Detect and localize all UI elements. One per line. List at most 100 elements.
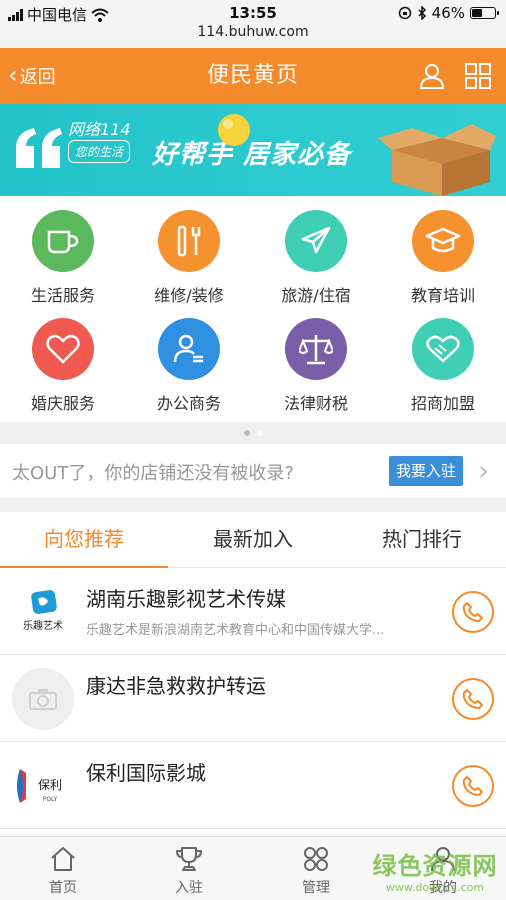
category-grid: 生活服务 维修/装修 旅游/住宿 教育培训 婚庆服务 办公商务 法律财税 招商加… bbox=[0, 198, 506, 420]
battery-icon bbox=[470, 7, 499, 19]
call-button[interactable] bbox=[452, 678, 494, 720]
category-office[interactable]: 办公商务 bbox=[126, 306, 252, 414]
category-label: 招商加盟 bbox=[410, 394, 475, 413]
heart-icon bbox=[46, 334, 80, 364]
item-name: 保利国际影城 bbox=[86, 761, 206, 785]
poly-cinema-logo-mark: 保利 POLY bbox=[17, 769, 62, 803]
nav-label: 管理 bbox=[302, 880, 330, 896]
home-icon bbox=[51, 847, 75, 871]
svg-text:保利: 保利 bbox=[38, 778, 62, 792]
phone-icon bbox=[462, 776, 483, 796]
category-label: 法律财税 bbox=[283, 394, 348, 413]
category-wedding[interactable]: 婚庆服务 bbox=[0, 306, 126, 414]
status-row: 中国电信 13:55 46% bbox=[0, 2, 506, 24]
nav-home[interactable]: 首页 bbox=[0, 837, 126, 900]
tab-popular[interactable]: 热门排行 bbox=[338, 512, 506, 568]
poly-cinema-logo: 保利 POLY bbox=[12, 755, 74, 817]
category-circle bbox=[285, 210, 347, 272]
back-label: 返回 bbox=[19, 67, 56, 88]
battery-percent: 46% bbox=[431, 4, 465, 22]
category-circle bbox=[412, 210, 474, 272]
back-button[interactable]: ‹ 返回 bbox=[8, 48, 56, 104]
scales-icon bbox=[299, 335, 333, 365]
svg-text:乐趣艺术: 乐趣艺术 bbox=[23, 619, 63, 632]
category-label: 旅游/住宿 bbox=[281, 286, 351, 305]
nav-label: 首页 bbox=[49, 880, 77, 896]
item-desc: 乐趣艺术是新浪湖南艺术教育中心和中国传媒大学... bbox=[86, 623, 385, 638]
category-circle bbox=[32, 318, 94, 380]
box-icon bbox=[378, 124, 496, 196]
status-bar: 中国电信 13:55 46% 114.buhuw.com bbox=[0, 0, 506, 48]
person-card-icon bbox=[173, 334, 203, 363]
tab-latest[interactable]: 最新加入 bbox=[169, 512, 337, 568]
plane-icon bbox=[301, 226, 331, 254]
item-name: 湖南乐趣影视艺术传媒 bbox=[86, 587, 286, 611]
pager-dot-active[interactable] bbox=[256, 430, 263, 436]
category-repair[interactable]: 维修/装修 bbox=[126, 198, 252, 306]
rotation-lock-icon bbox=[398, 6, 411, 20]
nav-join[interactable]: 入驻 bbox=[126, 837, 252, 900]
category-legal[interactable]: 法律财税 bbox=[253, 306, 379, 414]
list-item[interactable]: 保利 POLY 保利国际影城 bbox=[0, 743, 506, 829]
category-label: 维修/装修 bbox=[154, 286, 224, 305]
call-button[interactable] bbox=[452, 591, 494, 633]
section-divider bbox=[0, 498, 506, 512]
lightbulb-icon bbox=[218, 114, 250, 146]
category-label: 教育培训 bbox=[410, 286, 475, 305]
category-travel[interactable]: 旅游/住宿 bbox=[253, 198, 379, 306]
join-button[interactable]: 我要入驻 bbox=[389, 456, 463, 486]
promo-text: 太OUT了，你的店铺还没有被收录? bbox=[12, 463, 294, 484]
chevron-right-icon[interactable]: › bbox=[478, 454, 489, 487]
bottom-nav: 首页 入驻 管理 我的 bbox=[0, 836, 506, 900]
banner-sub: 您的生活 bbox=[68, 140, 131, 163]
chevron-left-icon: ‹ bbox=[8, 61, 18, 89]
list-item[interactable]: 乐趣艺术 湖南乐趣影视艺术传媒 乐趣艺术是新浪湖南艺术教育中心和中国传媒大学..… bbox=[0, 569, 506, 655]
svg-text:POLY: POLY bbox=[43, 796, 58, 803]
quote-mark-icon bbox=[16, 128, 62, 168]
pager-dots bbox=[0, 422, 506, 444]
category-circle bbox=[158, 318, 220, 380]
list-item[interactable]: 康达非急救救护转运 bbox=[0, 656, 506, 742]
phone-icon bbox=[462, 602, 483, 622]
category-education[interactable]: 教育培训 bbox=[380, 198, 506, 306]
category-circle bbox=[285, 318, 347, 380]
pager-dot[interactable] bbox=[243, 430, 250, 436]
page-url: 114.buhuw.com bbox=[197, 24, 309, 40]
category-circle bbox=[158, 210, 220, 272]
app-header: ‹ 返回 便民黄页 bbox=[0, 48, 506, 104]
nav-mine[interactable]: 我的 bbox=[380, 837, 506, 900]
tools-icon bbox=[177, 225, 201, 257]
grid-icon[interactable] bbox=[464, 62, 492, 90]
category-circle bbox=[32, 210, 94, 272]
user-icon[interactable] bbox=[418, 62, 446, 90]
user-icon bbox=[431, 847, 455, 872]
join-promo: 太OUT了，你的店铺还没有被收录? 我要入驻 › bbox=[0, 444, 506, 498]
lequ-logo-mark: 乐趣艺术 bbox=[23, 590, 63, 632]
camera-icon bbox=[29, 689, 57, 710]
grid-icon bbox=[304, 847, 328, 871]
category-life-service[interactable]: 生活服务 bbox=[0, 198, 126, 306]
category-label: 办公商务 bbox=[156, 394, 221, 413]
graduation-cap-icon bbox=[425, 227, 461, 253]
bluetooth-icon bbox=[418, 6, 426, 20]
tab-recommended[interactable]: 向您推荐 bbox=[0, 512, 168, 568]
category-circle bbox=[412, 318, 474, 380]
nav-label: 入驻 bbox=[175, 880, 203, 896]
item-name: 康达非急救救护转运 bbox=[86, 674, 266, 698]
nav-label: 我的 bbox=[429, 880, 457, 896]
status-right: 46% bbox=[398, 4, 499, 22]
category-franchise[interactable]: 招商加盟 bbox=[380, 306, 506, 414]
camera-placeholder-icon bbox=[12, 668, 74, 730]
handshake-icon bbox=[426, 335, 460, 363]
phone-icon bbox=[462, 689, 483, 709]
trophy-icon bbox=[176, 847, 202, 871]
tab-bar: 向您推荐 最新加入 热门排行 bbox=[0, 512, 506, 568]
lequ-logo: 乐趣艺术 bbox=[12, 581, 74, 643]
call-button[interactable] bbox=[452, 765, 494, 807]
nav-manage[interactable]: 管理 bbox=[253, 837, 379, 900]
promo-banner[interactable]: 网络114 您的生活 好帮手 居家必备 bbox=[0, 104, 506, 196]
category-label: 生活服务 bbox=[30, 286, 95, 305]
category-label: 婚庆服务 bbox=[30, 394, 95, 413]
cup-icon bbox=[47, 230, 79, 254]
banner-brand: 网络114 bbox=[68, 120, 131, 139]
